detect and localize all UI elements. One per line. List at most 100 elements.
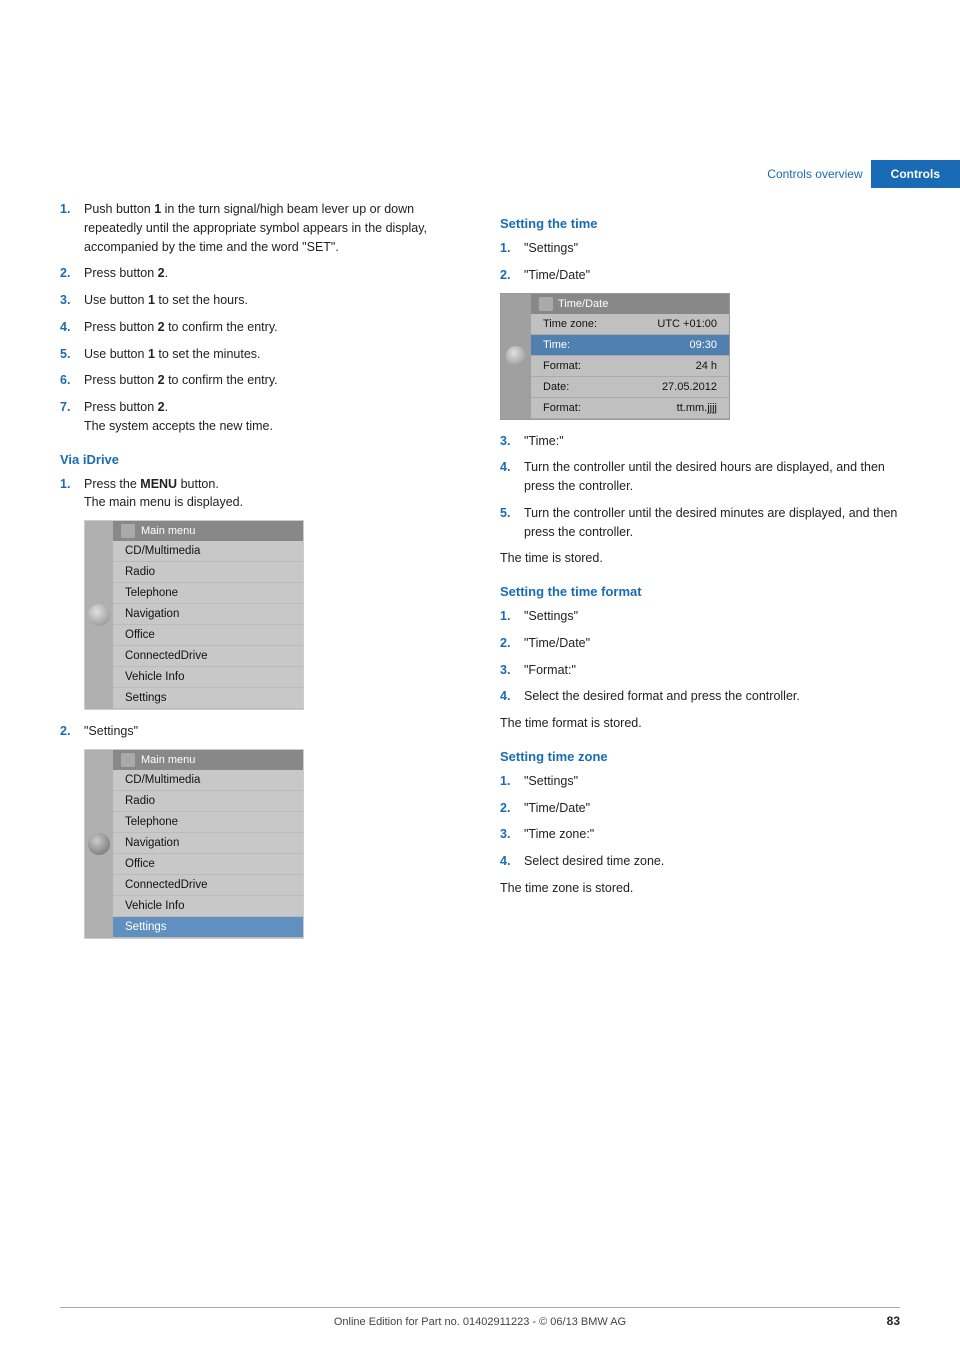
menu-knob-2	[85, 750, 113, 938]
menu-item: ConnectedDrive	[113, 875, 303, 896]
list-item: 5. Use button 1 to set the minutes.	[60, 345, 460, 364]
menu-item: Telephone	[113, 812, 303, 833]
setting-time-format-heading: Setting the time format	[500, 584, 900, 599]
via-idrive-heading: Via iDrive	[60, 452, 460, 467]
footer: Online Edition for Part no. 01402911223 …	[60, 1307, 900, 1328]
list-item: 2. "Time/Date"	[500, 634, 900, 653]
time-stored-text: The time is stored.	[500, 549, 900, 568]
knob-circle	[88, 604, 110, 626]
timedate-title-label: Time/Date	[558, 298, 608, 310]
list-item: 3. "Time:"	[500, 432, 900, 451]
list-item: 1. Press the MENU button.The main menu i…	[60, 475, 460, 513]
setting-time-steps: 1. "Settings" 2. "Time/Date"	[500, 239, 900, 285]
timedate-row-time: Time: 09:30	[531, 335, 729, 356]
list-item: 1. Push button 1 in the turn signal/high…	[60, 200, 460, 256]
header-bar: Controls overview Controls	[480, 160, 960, 188]
menu-item: Navigation	[113, 604, 303, 625]
timedate-row-format2: Format: tt.mm.jjjj	[531, 398, 729, 419]
menu-item: CD/Multimedia	[113, 541, 303, 562]
timedate-knob-col	[501, 294, 531, 419]
menu-screenshot-2: Main menu CD/Multimedia Radio Telephone …	[84, 749, 304, 939]
knob-circle-2	[88, 833, 110, 855]
list-item: 4. Select the desired format and press t…	[500, 687, 900, 706]
timezone-value: UTC +01:00	[657, 318, 717, 330]
via-idrive-list: 1. Press the MENU button.The main menu i…	[60, 475, 460, 513]
menu-item: ConnectedDrive	[113, 646, 303, 667]
timedate-layout: Time/Date Time zone: UTC +01:00 Time: 09…	[501, 294, 729, 419]
format2-label: Format:	[543, 402, 581, 414]
timedate-row-date: Date: 27.05.2012	[531, 377, 729, 398]
via-idrive-step2-list: 2. "Settings"	[60, 722, 460, 741]
timezone-label: Time zone:	[543, 318, 597, 330]
menu-item: Radio	[113, 791, 303, 812]
list-item: 1. "Settings"	[500, 607, 900, 626]
setting-time-zone-heading: Setting time zone	[500, 749, 900, 764]
menu-item: Telephone	[113, 583, 303, 604]
format1-value: 24 h	[696, 360, 717, 372]
menu-title-icon	[121, 524, 135, 538]
time-zone-stored-text: The time zone is stored.	[500, 879, 900, 898]
menu-title-bar-2: Main menu	[113, 750, 303, 770]
list-item: 4. Press button 2 to confirm the entry.	[60, 318, 460, 337]
setting-time-steps2: 3. "Time:" 4. Turn the controller until …	[500, 432, 900, 542]
step-list: 1. Push button 1 in the turn signal/high…	[60, 200, 460, 436]
page-number: 83	[887, 1314, 900, 1328]
setting-time-heading: Setting the time	[500, 216, 900, 231]
menu-title-icon-2	[121, 753, 135, 767]
menu-items-2: CD/Multimedia Radio Telephone Navigation…	[113, 770, 303, 938]
timedate-screenshot: Time/Date Time zone: UTC +01:00 Time: 09…	[500, 293, 730, 420]
menu-item: Radio	[113, 562, 303, 583]
left-column: 1. Push button 1 in the turn signal/high…	[60, 200, 460, 1258]
content-area: 1. Push button 1 in the turn signal/high…	[60, 200, 900, 1258]
list-item: 3. "Format:"	[500, 661, 900, 680]
time-label: Time:	[543, 339, 570, 351]
list-item: 4. Turn the controller until the desired…	[500, 458, 900, 496]
timedate-row-timezone: Time zone: UTC +01:00	[531, 314, 729, 335]
menu-item: Office	[113, 625, 303, 646]
menu-item: Vehicle Info	[113, 896, 303, 917]
menu-content-1: Main menu CD/Multimedia Radio Telephone …	[113, 521, 303, 709]
list-item: 1. "Settings"	[500, 239, 900, 258]
menu-item: Navigation	[113, 833, 303, 854]
list-item: 2. Press button 2.	[60, 264, 460, 283]
list-item: 6. Press button 2 to confirm the entry.	[60, 371, 460, 390]
menu-content-2: Main menu CD/Multimedia Radio Telephone …	[113, 750, 303, 938]
list-item: 7. Press button 2.The system accepts the…	[60, 398, 460, 436]
timedate-row-format1: Format: 24 h	[531, 356, 729, 377]
timedate-knob	[506, 346, 526, 366]
setting-time-format-steps: 1. "Settings" 2. "Time/Date" 3. "Format:…	[500, 607, 900, 706]
list-item: 5. Turn the controller until the desired…	[500, 504, 900, 542]
list-item: 3. Use button 1 to set the hours.	[60, 291, 460, 310]
menu-title-bar-1: Main menu	[113, 521, 303, 541]
menu-item: CD/Multimedia	[113, 770, 303, 791]
time-value: 09:30	[689, 339, 717, 351]
menu-item: Office	[113, 854, 303, 875]
timedate-icon	[539, 297, 553, 311]
time-format-stored-text: The time format is stored.	[500, 714, 900, 733]
list-item: 2. "Settings"	[60, 722, 460, 741]
setting-time-zone-steps: 1. "Settings" 2. "Time/Date" 3. "Time zo…	[500, 772, 900, 871]
list-item: 2. "Time/Date"	[500, 266, 900, 285]
menu-screenshot-1: Main menu CD/Multimedia Radio Telephone …	[84, 520, 304, 710]
menu-knob-1	[85, 521, 113, 709]
menu-item: Settings	[113, 688, 303, 709]
menu-item-settings-selected: Settings	[113, 917, 303, 938]
right-column: Setting the time 1. "Settings" 2. "Time/…	[500, 200, 900, 1258]
controls-overview-label: Controls overview	[767, 167, 870, 181]
menu-layout-2: Main menu CD/Multimedia Radio Telephone …	[85, 750, 303, 938]
menu-title-label-2: Main menu	[141, 754, 195, 766]
timedate-content: Time/Date Time zone: UTC +01:00 Time: 09…	[531, 294, 729, 419]
menu-title-label-1: Main menu	[141, 525, 195, 537]
footer-text: Online Edition for Part no. 01402911223 …	[334, 1316, 626, 1328]
menu-layout-1: Main menu CD/Multimedia Radio Telephone …	[85, 521, 303, 709]
timedate-title: Time/Date	[531, 294, 729, 314]
list-item: 4. Select desired time zone.	[500, 852, 900, 871]
date-label: Date:	[543, 381, 569, 393]
format2-value: tt.mm.jjjj	[677, 402, 717, 414]
menu-items-1: CD/Multimedia Radio Telephone Navigation…	[113, 541, 303, 709]
timedate-rows: Time zone: UTC +01:00 Time: 09:30 Format…	[531, 314, 729, 419]
format1-label: Format:	[543, 360, 581, 372]
page-container: Controls overview Controls 1. Push butto…	[0, 0, 960, 1358]
list-item: 2. "Time/Date"	[500, 799, 900, 818]
list-item: 3. "Time zone:"	[500, 825, 900, 844]
